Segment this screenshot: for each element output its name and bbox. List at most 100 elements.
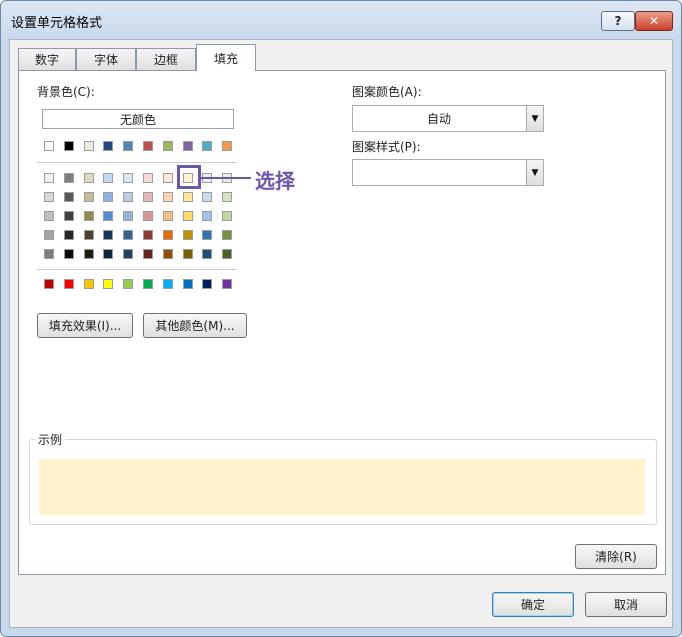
color-swatch[interactable] [103, 211, 114, 221]
color-swatch[interactable] [83, 249, 94, 259]
fill-effects-label: 填充效果(I)... [48, 319, 122, 333]
color-swatch[interactable] [202, 279, 213, 289]
more-colors-label: 其他颜色(M)... [155, 319, 235, 333]
color-swatch[interactable] [202, 249, 213, 259]
tab-number-label: 数字 [34, 53, 59, 67]
color-swatch[interactable] [202, 230, 213, 240]
pattern-style-select[interactable]: ▼ [352, 159, 544, 186]
color-swatch[interactable] [103, 141, 114, 151]
color-swatch[interactable] [63, 249, 74, 259]
color-swatch[interactable] [44, 173, 54, 183]
color-swatch[interactable] [63, 211, 74, 221]
color-swatch[interactable] [103, 249, 114, 259]
color-swatch[interactable] [123, 211, 134, 221]
color-swatch[interactable] [103, 230, 114, 240]
tab-fill-label: 填充 [213, 51, 238, 66]
ok-button[interactable]: 确定 [492, 592, 574, 617]
dialog-body: 数字 字体 边框 填充 背景色(C): 无颜色 选择 填充效果(I)... 其他… [9, 39, 673, 628]
color-swatch[interactable] [103, 192, 114, 202]
tab-border[interactable]: 边框 [136, 48, 196, 70]
color-swatch[interactable] [182, 141, 193, 151]
no-color-button[interactable]: 无颜色 [42, 109, 234, 129]
color-swatch[interactable] [143, 249, 153, 259]
tab-number[interactable]: 数字 [18, 48, 76, 70]
color-swatch[interactable] [202, 192, 213, 202]
tab-font[interactable]: 字体 [76, 48, 136, 70]
color-swatch[interactable] [162, 211, 173, 221]
clear-button[interactable]: 清除(R) [575, 544, 657, 569]
color-swatch[interactable] [44, 192, 54, 202]
color-swatch[interactable] [83, 211, 94, 221]
color-swatch[interactable] [182, 192, 193, 202]
color-swatch[interactable] [83, 173, 94, 183]
color-swatch[interactable] [222, 279, 233, 289]
color-swatch[interactable] [63, 141, 74, 151]
format-cells-dialog: 设置单元格格式 ? ✕ 数字 字体 边框 填充 背景色(C): 无颜色 选择 填… [0, 0, 682, 637]
color-swatch[interactable] [123, 279, 134, 289]
color-swatch[interactable] [143, 211, 153, 221]
close-button[interactable]: ✕ [635, 11, 673, 31]
color-swatch[interactable] [182, 211, 193, 221]
help-button[interactable]: ? [601, 11, 635, 31]
color-swatch[interactable] [162, 249, 173, 259]
color-swatch[interactable] [182, 279, 193, 289]
color-swatch[interactable] [83, 230, 94, 240]
color-swatch[interactable] [63, 173, 74, 183]
color-swatch[interactable] [162, 173, 173, 183]
color-swatch[interactable] [123, 230, 134, 240]
color-swatch[interactable] [182, 249, 193, 259]
more-colors-button[interactable]: 其他颜色(M)... [143, 313, 247, 338]
color-swatch[interactable] [44, 230, 54, 240]
selection-annotation: 选择 [255, 169, 295, 193]
tab-font-label: 字体 [93, 53, 118, 67]
annotation-line [201, 177, 251, 179]
color-swatch[interactable] [44, 211, 54, 221]
pattern-color-select[interactable]: 自动 ▼ [352, 105, 544, 132]
color-swatch[interactable] [143, 230, 153, 240]
color-swatch[interactable] [222, 141, 233, 151]
color-swatch[interactable] [63, 230, 74, 240]
color-swatch[interactable] [222, 211, 233, 221]
color-swatch[interactable] [103, 173, 114, 183]
color-swatch[interactable] [123, 141, 134, 151]
color-swatch[interactable] [222, 192, 233, 202]
color-swatch[interactable] [123, 249, 134, 259]
tab-border-label: 边框 [153, 53, 178, 67]
sample-preview [39, 459, 645, 515]
color-swatch[interactable] [63, 279, 74, 289]
sample-label: 示例 [35, 431, 66, 448]
fill-effects-button[interactable]: 填充效果(I)... [37, 313, 133, 338]
color-swatch[interactable] [202, 141, 213, 151]
color-swatch[interactable] [63, 192, 74, 202]
color-swatch[interactable] [44, 279, 54, 289]
pattern-style-value [353, 160, 525, 185]
title-bar[interactable]: 设置单元格格式 ? ✕ [1, 1, 681, 39]
color-swatch[interactable] [143, 192, 153, 202]
palette-separator [37, 269, 237, 270]
clear-label: 清除(R) [595, 550, 637, 564]
tab-fill[interactable]: 填充 [196, 44, 256, 71]
color-swatch[interactable] [222, 230, 233, 240]
color-swatch[interactable] [143, 141, 153, 151]
color-swatch[interactable] [162, 230, 173, 240]
color-swatch[interactable] [162, 192, 173, 202]
color-swatch[interactable] [44, 141, 54, 151]
color-swatch[interactable] [123, 192, 134, 202]
color-swatch[interactable] [143, 173, 153, 183]
color-swatch[interactable] [83, 141, 94, 151]
cancel-button[interactable]: 取消 [585, 592, 667, 617]
color-swatch[interactable] [202, 211, 213, 221]
no-color-label: 无颜色 [119, 112, 156, 127]
color-swatch[interactable] [123, 173, 134, 183]
color-swatch[interactable] [103, 279, 114, 289]
chevron-down-icon[interactable]: ▼ [526, 160, 543, 185]
color-swatch[interactable] [222, 249, 233, 259]
color-swatch[interactable] [162, 279, 173, 289]
color-swatch[interactable] [83, 279, 94, 289]
color-swatch[interactable] [143, 279, 153, 289]
color-swatch[interactable] [182, 230, 193, 240]
color-swatch[interactable] [44, 249, 54, 259]
color-swatch[interactable] [83, 192, 94, 202]
color-swatch[interactable] [162, 141, 173, 151]
chevron-down-icon[interactable]: ▼ [526, 106, 543, 131]
